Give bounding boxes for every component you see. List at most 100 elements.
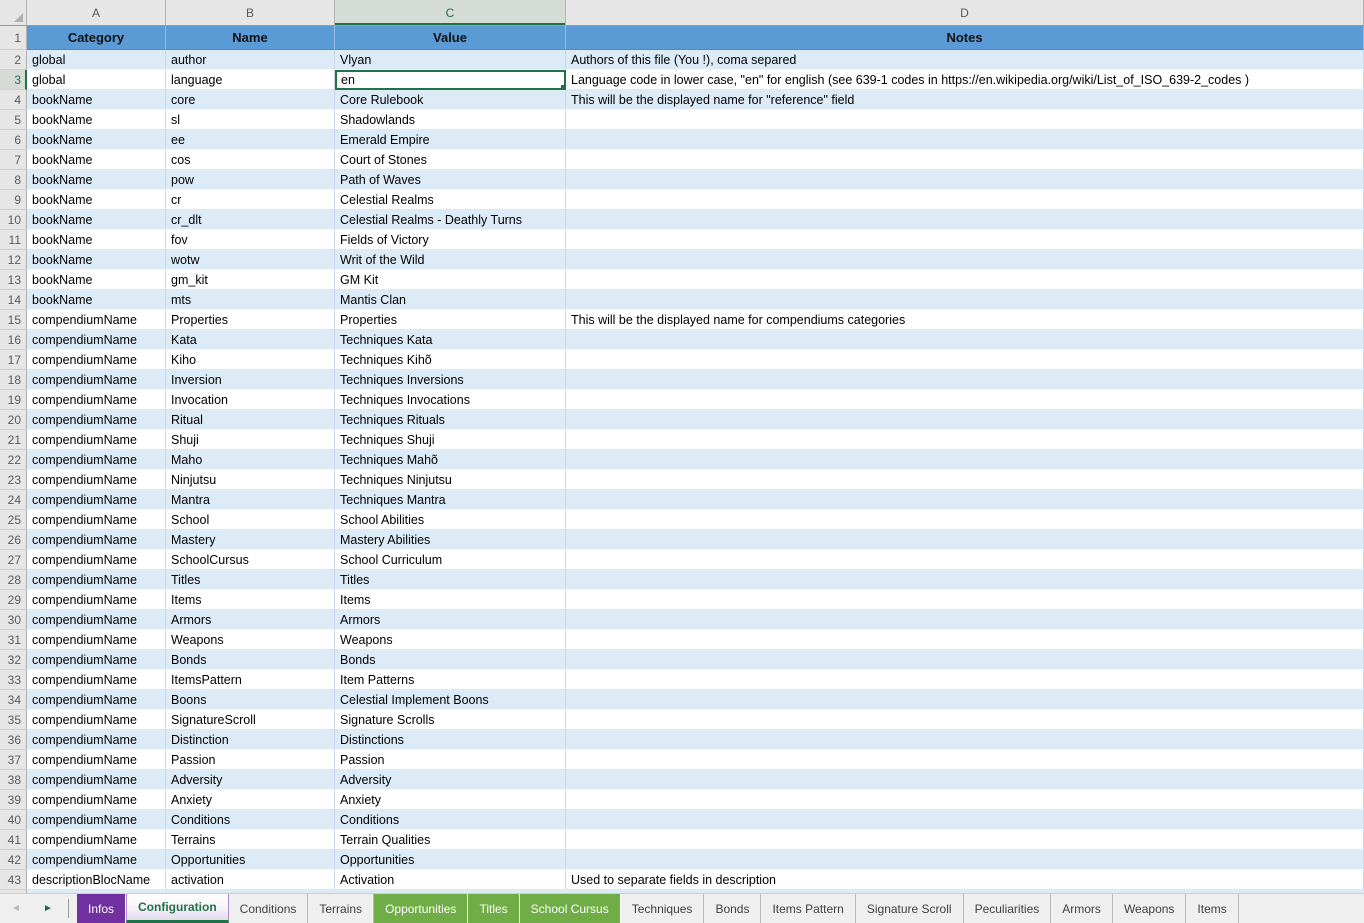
cell-value[interactable]: Celestial Realms xyxy=(335,190,566,210)
cell-value[interactable]: Items xyxy=(335,590,566,610)
cell-value[interactable]: GM Kit xyxy=(335,270,566,290)
cell-notes[interactable] xyxy=(566,670,1364,690)
cell-name[interactable]: Boons xyxy=(166,690,335,710)
row-number[interactable]: 12 xyxy=(0,250,27,270)
cell-name[interactable]: Terrains xyxy=(166,830,335,850)
sheet-tab-terrains[interactable]: Terrains xyxy=(308,894,374,923)
cell-category[interactable]: bookName xyxy=(27,230,166,250)
cell-notes[interactable] xyxy=(566,230,1364,250)
cell-notes[interactable] xyxy=(566,150,1364,170)
row-number[interactable]: 2 xyxy=(0,50,27,70)
sheet-tab-signature-scroll[interactable]: Signature Scroll xyxy=(856,894,964,923)
cell-notes[interactable] xyxy=(566,210,1364,230)
sheet-tab-conditions[interactable]: Conditions xyxy=(229,894,309,923)
cell-name[interactable]: Mastery xyxy=(166,530,335,550)
sheet-tab-items[interactable]: Items xyxy=(1186,894,1238,923)
cell-notes[interactable] xyxy=(566,630,1364,650)
table-header-category[interactable]: Category xyxy=(27,26,166,50)
cell-notes[interactable]: This will be the displayed name for "ref… xyxy=(566,90,1364,110)
cell-notes[interactable]: Language code in lower case, "en" for en… xyxy=(566,70,1364,90)
cell-name[interactable]: activation xyxy=(166,870,335,890)
row-number[interactable]: 26 xyxy=(0,530,27,550)
cell-name[interactable]: core xyxy=(166,90,335,110)
cell-category[interactable]: compendiumName xyxy=(27,850,166,870)
active-cell[interactable]: en xyxy=(335,70,566,90)
row-number[interactable]: 28 xyxy=(0,570,27,590)
cell-notes[interactable] xyxy=(566,690,1364,710)
sheet-tab-armors[interactable]: Armors xyxy=(1051,894,1113,923)
row-number[interactable]: 36 xyxy=(0,730,27,750)
cell-name[interactable]: Adversity xyxy=(166,770,335,790)
cell-category[interactable]: compendiumName xyxy=(27,450,166,470)
cell-category[interactable]: compendiumName xyxy=(27,490,166,510)
row-number[interactable]: 8 xyxy=(0,170,27,190)
cell-name[interactable]: Shuji xyxy=(166,430,335,450)
cell-value[interactable]: Writ of the Wild xyxy=(335,250,566,270)
cell-value[interactable]: Core Rulebook xyxy=(335,90,566,110)
cell-category[interactable]: compendiumName xyxy=(27,670,166,690)
row-number[interactable]: 42 xyxy=(0,850,27,870)
row-number[interactable]: 20 xyxy=(0,410,27,430)
cell-value[interactable]: Techniques Mantra xyxy=(335,490,566,510)
row-number[interactable]: 13 xyxy=(0,270,27,290)
cell-name[interactable]: Kata xyxy=(166,330,335,350)
cell-value[interactable]: Properties xyxy=(335,310,566,330)
cell-category[interactable]: global xyxy=(27,50,166,70)
sheet-tab-opportunities[interactable]: Opportunities xyxy=(374,894,468,923)
cell-notes[interactable] xyxy=(566,710,1364,730)
cell-name[interactable]: Passion xyxy=(166,750,335,770)
cell-category[interactable]: compendiumName xyxy=(27,730,166,750)
cell-name[interactable]: cos xyxy=(166,150,335,170)
sheet-tab-peculiarities[interactable]: Peculiarities xyxy=(964,894,1052,923)
row-number[interactable]: 4 xyxy=(0,90,27,110)
row-number[interactable]: 22 xyxy=(0,450,27,470)
cell-name[interactable]: Anxiety xyxy=(166,790,335,810)
cell-value[interactable]: Titles xyxy=(335,570,566,590)
cell-notes[interactable] xyxy=(566,290,1364,310)
cell-name[interactable]: Ninjutsu xyxy=(166,470,335,490)
cell-notes[interactable] xyxy=(566,610,1364,630)
sheet-tab-weapons[interactable]: Weapons xyxy=(1113,894,1186,923)
cell-notes[interactable] xyxy=(566,110,1364,130)
cell-category[interactable]: compendiumName xyxy=(27,770,166,790)
row-number[interactable]: 24 xyxy=(0,490,27,510)
row-number[interactable]: 29 xyxy=(0,590,27,610)
row-number[interactable]: 25 xyxy=(0,510,27,530)
cell-category[interactable]: compendiumName xyxy=(27,710,166,730)
cell-notes[interactable] xyxy=(566,850,1364,870)
cell-name[interactable]: ee xyxy=(166,130,335,150)
cell-name[interactable]: mts xyxy=(166,290,335,310)
cell-category[interactable]: compendiumName xyxy=(27,570,166,590)
cell-value[interactable]: Opportunities xyxy=(335,850,566,870)
sheet-tab-techniques[interactable]: Techniques xyxy=(621,894,705,923)
cell-value[interactable]: Weapons xyxy=(335,630,566,650)
cell-notes[interactable] xyxy=(566,170,1364,190)
row-number[interactable]: 41 xyxy=(0,830,27,850)
cell-category[interactable]: bookName xyxy=(27,170,166,190)
row-number[interactable]: 43 xyxy=(0,870,27,890)
cell-value[interactable]: School Curriculum xyxy=(335,550,566,570)
cell-value[interactable]: Adversity xyxy=(335,770,566,790)
row-number[interactable]: 19 xyxy=(0,390,27,410)
cell-notes[interactable] xyxy=(566,350,1364,370)
cell-category[interactable]: compendiumName xyxy=(27,530,166,550)
cell-category[interactable]: compendiumName xyxy=(27,650,166,670)
cell-category[interactable]: bookName xyxy=(27,210,166,230)
row-number[interactable]: 33 xyxy=(0,670,27,690)
cell-value[interactable]: Shadowlands xyxy=(335,110,566,130)
row-number[interactable]: 21 xyxy=(0,430,27,450)
cell-value[interactable]: Techniques Inversions xyxy=(335,370,566,390)
cell-category[interactable]: compendiumName xyxy=(27,830,166,850)
cell-name[interactable]: sl xyxy=(166,110,335,130)
cell-name[interactable]: cr xyxy=(166,190,335,210)
cell-category[interactable]: bookName xyxy=(27,290,166,310)
cell-name[interactable]: fov xyxy=(166,230,335,250)
row-number[interactable]: 5 xyxy=(0,110,27,130)
cell-notes[interactable] xyxy=(566,390,1364,410)
cell-name[interactable]: SignatureScroll xyxy=(166,710,335,730)
row-number[interactable]: 38 xyxy=(0,770,27,790)
row-number[interactable]: 35 xyxy=(0,710,27,730)
cell-name[interactable]: School xyxy=(166,510,335,530)
cell-value[interactable]: Vlyan xyxy=(335,50,566,70)
row-number[interactable]: 32 xyxy=(0,650,27,670)
